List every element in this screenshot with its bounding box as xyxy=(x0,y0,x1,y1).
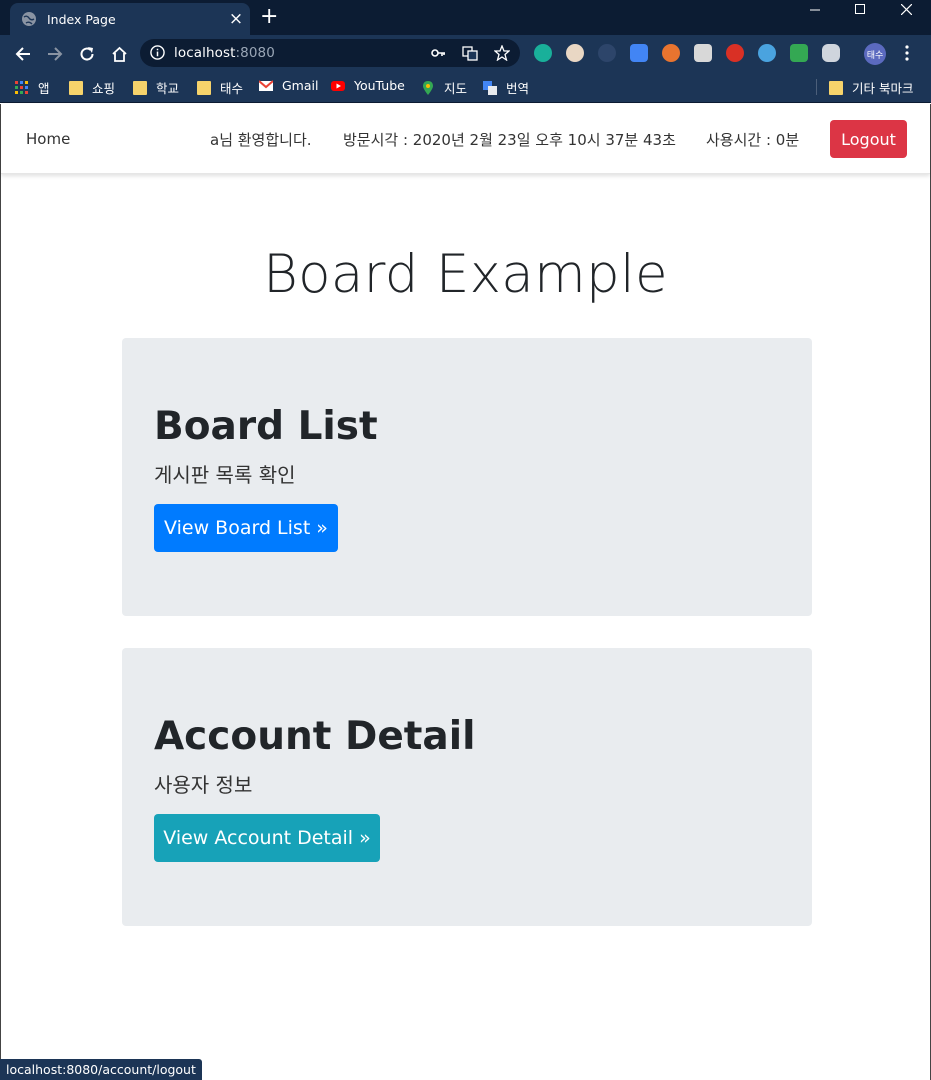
bookmarks-bar: 앱 쇼핑 학교 태수 Gmail YouTube 지도 번역 기타 북마크 xyxy=(0,71,931,103)
extension-check-icon[interactable] xyxy=(758,44,776,62)
menu-kebab-icon[interactable] xyxy=(905,45,911,61)
folder-icon xyxy=(197,80,211,95)
close-window-button[interactable] xyxy=(884,0,928,18)
key-icon[interactable] xyxy=(430,45,446,61)
extension-color-icon[interactable] xyxy=(662,44,680,62)
bookmark-label: Gmail xyxy=(282,78,319,93)
card-subtitle: 게시판 목록 확인 xyxy=(154,463,296,487)
profile-avatar[interactable]: 태수 xyxy=(864,43,886,65)
url-port: :8080 xyxy=(235,45,275,61)
bookmark-shopping[interactable]: 쇼핑 xyxy=(69,78,115,97)
apps-grid-icon xyxy=(15,80,28,94)
youtube-icon xyxy=(331,80,345,91)
bookmark-label: 학교 xyxy=(156,81,180,96)
translate-icon xyxy=(483,80,497,95)
bookmark-label: 지도 xyxy=(444,81,468,96)
minimize-icon xyxy=(810,9,820,11)
bookmark-maps[interactable]: 지도 xyxy=(421,78,467,97)
bookmark-label: 기타 북마크 xyxy=(852,81,914,96)
gmail-icon xyxy=(259,79,273,91)
extension-google-translate-icon[interactable] xyxy=(630,44,648,62)
extension-stack-icon[interactable] xyxy=(790,44,808,62)
bookmark-gmail[interactable]: Gmail xyxy=(259,78,318,93)
bookmarks-divider xyxy=(816,79,817,95)
nav-home-link[interactable]: Home xyxy=(26,130,70,148)
url-host: localhost xyxy=(174,45,236,61)
site-navbar: Home a님 환영합니다. 방문시각 : 2020년 2월 23일 오후 10… xyxy=(1,104,930,174)
extension-pill-icon[interactable] xyxy=(566,44,584,62)
globe-icon xyxy=(22,12,36,26)
bookmark-label: 번역 xyxy=(506,81,530,96)
extension-mouse-icon[interactable] xyxy=(822,44,840,62)
close-icon xyxy=(900,3,912,15)
folder-icon xyxy=(133,80,147,95)
folder-icon xyxy=(829,80,843,95)
tab-title: Index Page xyxy=(47,11,116,27)
bookmark-youtube[interactable]: YouTube xyxy=(331,78,405,93)
bookmark-taesu[interactable]: 태수 xyxy=(197,78,243,97)
account-detail-card: Account Detail 사용자 정보 View Account Detai… xyxy=(122,648,812,926)
home-button[interactable] xyxy=(107,42,131,66)
address-bar[interactable]: localhost:8080 xyxy=(140,39,520,67)
usage-time-text: 사용시간 : 0분 xyxy=(706,131,800,149)
welcome-text: a님 환영합니다. xyxy=(210,131,312,149)
tab-close-button[interactable]: × xyxy=(222,10,250,28)
bookmark-other[interactable]: 기타 북마크 xyxy=(829,78,913,97)
view-board-list-button[interactable]: View Board List » xyxy=(154,504,338,552)
arrow-right-icon xyxy=(48,47,63,61)
web-page: Home a님 환영합니다. 방문시각 : 2020년 2월 23일 오후 10… xyxy=(0,104,931,1080)
arrow-left-icon xyxy=(15,47,30,61)
folder-icon xyxy=(69,80,83,95)
bookmark-label: 앱 xyxy=(38,81,50,96)
maximize-icon xyxy=(855,4,865,14)
translate-page-icon[interactable] xyxy=(462,45,478,61)
logout-button[interactable]: Logout xyxy=(830,120,907,158)
bookmark-school[interactable]: 학교 xyxy=(133,78,179,97)
visit-time-text: 방문시각 : 2020년 2월 23일 오후 10시 37분 43초 xyxy=(343,131,676,149)
browser-toolbar: localhost:8080 xyxy=(0,35,931,71)
view-account-detail-button[interactable]: View Account Detail » xyxy=(154,814,380,862)
minimize-button[interactable] xyxy=(793,0,837,18)
extension-puzzle-icon[interactable] xyxy=(694,44,712,62)
maps-pin-icon xyxy=(423,80,433,95)
card-heading: Account Detail xyxy=(154,714,476,759)
reload-button[interactable] xyxy=(75,42,99,66)
new-tab-button[interactable]: + xyxy=(260,6,278,28)
extension-adblock-icon[interactable] xyxy=(726,44,744,62)
bookmark-label: 태수 xyxy=(220,81,244,96)
star-icon[interactable] xyxy=(494,45,510,61)
back-button[interactable] xyxy=(11,42,35,66)
tab-strip: Index Page × + xyxy=(0,0,931,35)
reload-icon xyxy=(80,47,94,61)
forward-button[interactable] xyxy=(43,42,67,66)
url-text: localhost:8080 xyxy=(174,45,275,61)
card-heading: Board List xyxy=(154,404,378,449)
board-list-card: Board List 게시판 목록 확인 View Board List » xyxy=(122,338,812,616)
home-icon xyxy=(111,46,127,62)
bookmark-translate[interactable]: 번역 xyxy=(483,78,529,97)
bookmark-apps[interactable]: 앱 xyxy=(15,78,50,97)
status-bar-url: localhost:8080/account/logout xyxy=(0,1059,202,1080)
extension-m-icon[interactable] xyxy=(534,44,552,62)
page-title: Board Example xyxy=(263,244,668,305)
browser-tab[interactable]: Index Page × xyxy=(10,3,250,35)
card-subtitle: 사용자 정보 xyxy=(154,773,253,797)
bookmark-label: 쇼핑 xyxy=(92,81,116,96)
bookmark-label: YouTube xyxy=(354,78,405,93)
info-icon[interactable] xyxy=(150,45,165,60)
maximize-button[interactable] xyxy=(838,0,882,18)
extension-clock-icon[interactable] xyxy=(598,44,616,62)
